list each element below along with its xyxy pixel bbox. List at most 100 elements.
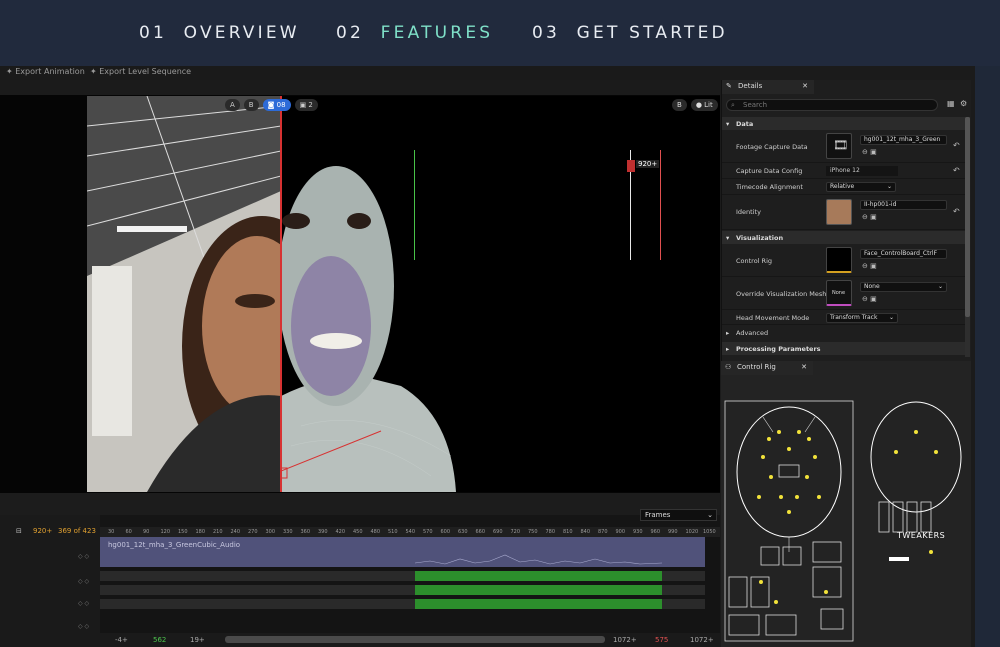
reset-icon[interactable]: ↶	[953, 207, 960, 216]
frames-dropdown[interactable]: Frames ⌄	[640, 509, 717, 521]
view-end[interactable]: 1072+	[690, 636, 714, 644]
grid-icon[interactable]: ▦	[947, 99, 955, 108]
out-frame-red[interactable]: 575	[655, 636, 668, 644]
ruler-tick: 870	[598, 529, 608, 535]
viewport[interactable]: A B ◙ 08 ▣ 2 B ● Lit	[0, 95, 720, 493]
timeline-scrollbar[interactable]	[225, 636, 605, 643]
animation-track[interactable]	[100, 571, 705, 581]
section-processing[interactable]: ▸ Processing Parameters	[722, 342, 965, 355]
frame-counter: 369 of 423	[58, 527, 96, 535]
camera-button[interactable]: ◙ 08	[262, 99, 291, 111]
filter-icon[interactable]: ⊟	[16, 527, 22, 535]
rig-icon: ⚇	[725, 363, 732, 371]
top-nav: 01 OVERVIEW 02 FEATURES 03 GET STARTED	[0, 0, 1000, 66]
editor-toolbar: ✦ Export Animation ✦ Export Level Sequen…	[0, 66, 720, 80]
export-animation-label: Export Animation	[15, 67, 85, 76]
section-data[interactable]: ▾ Data	[722, 117, 965, 130]
override-select[interactable]: None ⌄	[860, 282, 947, 292]
capture-config-value[interactable]: iPhone 12	[826, 166, 898, 176]
out-frame[interactable]: 1072+	[613, 636, 637, 644]
control-board[interactable]	[721, 377, 971, 645]
reset-icon[interactable]: ↶	[953, 166, 960, 175]
row-override-mesh: Override Visualization Mesh None None ⌄ ⊖…	[722, 278, 965, 310]
view-start[interactable]: -4+	[115, 636, 128, 644]
view-b-button[interactable]: B	[243, 99, 259, 111]
track-range	[415, 599, 662, 609]
track-keys-icon[interactable]: ◇ ◇	[78, 623, 89, 630]
identity-thumbnail[interactable]	[826, 199, 852, 225]
track-keys-icon[interactable]: ◇ ◇	[78, 553, 89, 560]
identity-select[interactable]: II-hp001-id	[860, 200, 947, 210]
multiview-button[interactable]: ▣ 2	[294, 99, 318, 111]
export-animation-button[interactable]: ✦ Export Animation	[6, 67, 85, 76]
ruler-tick: 90	[143, 529, 150, 535]
tab-control-rig[interactable]: ⚇ Control Rig ✕	[721, 361, 813, 375]
nav-item-get-started[interactable]: 03 GET STARTED	[532, 23, 728, 43]
row-label: Timecode Alignment	[736, 183, 803, 191]
search-input[interactable]: ⌕ Search	[726, 99, 938, 111]
row-label: Capture Data Config	[736, 167, 803, 175]
animation-track[interactable]	[100, 599, 705, 609]
in-frame-2[interactable]: 19+	[190, 636, 205, 644]
close-icon[interactable]: ✕	[801, 363, 807, 371]
nav-item-features[interactable]: 02 FEATURES	[336, 23, 493, 43]
view-b-badge[interactable]: B	[672, 99, 687, 111]
reset-icon[interactable]: ↶	[953, 141, 960, 150]
ruler-tick: 900	[615, 529, 626, 535]
section-label: Processing Parameters	[736, 345, 821, 353]
tab-details[interactable]: ✎ Details ✕	[722, 80, 814, 94]
ruler-tick: 810	[563, 529, 573, 535]
playhead-start[interactable]	[414, 150, 415, 260]
search-placeholder: Search	[743, 101, 768, 109]
details-scrollbar[interactable]	[965, 117, 970, 357]
scroll-thumb[interactable]	[965, 117, 970, 317]
browse-icons[interactable]: ⊖ ▣	[862, 262, 877, 270]
control-rig-thumbnail[interactable]	[826, 247, 852, 273]
track-area[interactable]: hg001_12t_mha_3_GreenCubic_Audio	[100, 537, 720, 647]
playhead-end[interactable]	[660, 150, 661, 260]
animation-track[interactable]	[100, 585, 705, 595]
export-level-sequence-button[interactable]: ✦ Export Level Sequence	[90, 67, 191, 76]
view-a-button[interactable]: A	[225, 99, 240, 111]
track-keys-icon[interactable]: ◇ ◇	[78, 578, 89, 585]
track-range	[415, 585, 662, 595]
ruler-tick: 840	[580, 529, 591, 535]
ruler-tick: 120	[160, 529, 171, 535]
browse-icons[interactable]: ⊖ ▣	[862, 148, 877, 156]
row-label: Identity	[736, 208, 761, 216]
control-rig-select[interactable]: Face_ControlBoard_CtrlF	[860, 249, 947, 259]
browse-icons[interactable]: ⊖ ▣	[862, 295, 877, 303]
browse-icons[interactable]: ⊖ ▣	[862, 213, 877, 221]
playhead-handle[interactable]	[627, 160, 635, 172]
nav-item-overview[interactable]: 01 OVERVIEW	[139, 23, 300, 43]
timeline-ruler[interactable]: 30 60 90 120 150 180 210 240 270 300 330 360 390 420 4…	[100, 527, 720, 537]
override-thumbnail[interactable]: None	[826, 280, 852, 306]
ruler-tick: 390	[318, 529, 328, 535]
ruler-tick: 60	[125, 529, 132, 535]
close-icon[interactable]: ✕	[802, 82, 808, 90]
lit-mode-button[interactable]: ● Lit	[690, 99, 718, 111]
section-visualization[interactable]: ▾ Visualization	[722, 231, 965, 244]
nav-label: GET STARTED	[576, 23, 728, 43]
split-divider[interactable]	[280, 96, 282, 492]
tweakers-label: TWEAKERS	[897, 531, 946, 540]
board-frame	[724, 400, 854, 642]
film-icon: 🎞	[833, 138, 849, 152]
in-frame[interactable]: 562	[153, 636, 166, 644]
chevron-down-icon: ⌄	[937, 283, 943, 290]
frames-label: Frames	[645, 511, 671, 519]
timecode-select[interactable]: Relative ⌄	[826, 182, 896, 192]
chevron-down-icon: ⌄	[888, 314, 894, 321]
gear-icon[interactable]: ⚙	[960, 99, 967, 108]
row-advanced[interactable]: ▸ Advanced	[722, 326, 965, 340]
ruler-tick: 540	[405, 529, 416, 535]
footage-thumbnail[interactable]: 🎞	[826, 133, 852, 159]
select-value: Relative	[830, 183, 855, 190]
track-keys-icon[interactable]: ◇ ◇	[78, 600, 89, 607]
audio-clip[interactable]: hg001_12t_mha_3_GreenCubic_Audio	[100, 537, 705, 567]
row-label: Head Movement Mode	[736, 314, 810, 322]
thumb-label: None	[832, 290, 846, 296]
mesh-render	[281, 96, 720, 492]
footage-select[interactable]: hg001_12t_mha_3_Green	[860, 135, 947, 145]
head-movement-select[interactable]: Transform Track ⌄	[826, 313, 898, 323]
